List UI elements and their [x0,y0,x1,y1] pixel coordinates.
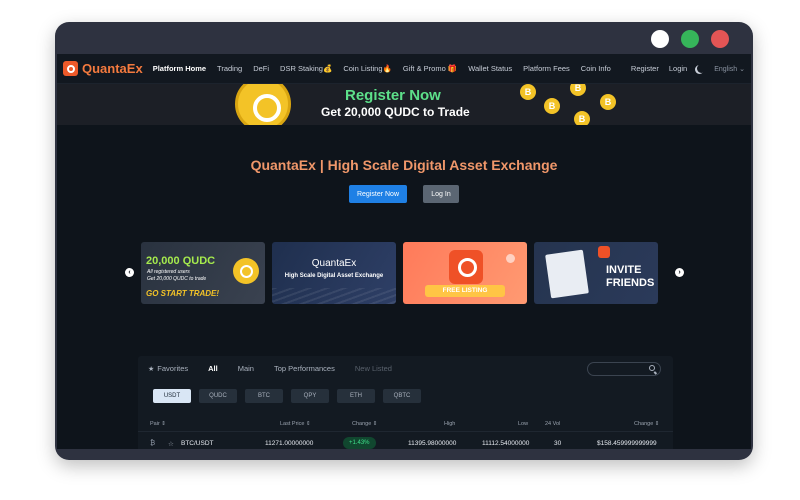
star-icon: ★ [148,365,155,373]
banner-subtitle: Get 20,000 QUDC to Trade [321,105,470,119]
bitcoin-coin-icon: B [574,111,590,125]
last-price: 11271.00000000 [265,440,314,447]
banner-title: Register Now [345,87,441,104]
search-icon [649,365,655,371]
chip-usdt[interactable]: USDT [153,389,191,403]
nav-platform-fees[interactable]: Platform Fees [523,64,570,73]
header-low: Low [518,421,529,427]
carousel-next-icon[interactable]: › [675,268,684,277]
quantaex-q-icon [449,250,483,284]
chip-qbtc[interactable]: QBTC [383,389,421,403]
bitcoin-coin-icon: B [544,98,560,114]
nav-coin-info[interactable]: Coin Info [581,64,611,73]
heart-icon [506,254,515,263]
window-dot-white[interactable] [651,30,669,48]
slide-title: 20,000 QUDC [146,255,216,267]
slide-ribbon: FREE LISTING [425,285,505,297]
tab-new-listed[interactable]: New Listed [355,364,392,373]
header-change[interactable]: Change ⇕ [352,421,377,427]
browser-frame: QuantaEx Platform Home Trading DeFi DSR … [55,22,753,460]
login-link[interactable]: Login [669,64,687,73]
slide-text-line2: Get 20,000 QUDC to trade [147,276,207,282]
header-change-usd[interactable]: Change ⇕ [634,421,659,427]
chip-eth[interactable]: ETH [337,389,375,403]
low-price: 11112.54000000 [482,440,530,447]
change-usd: $158.459999999999 [597,440,657,447]
nav-gift-promo[interactable]: Gift & Promo 🎁 [403,64,457,73]
market-panel: ★ Favorites All Main Top Performances Ne… [138,356,673,449]
slide-title: INVITE FRIENDS [606,264,654,290]
language-label: English [714,65,738,73]
close-button[interactable] [711,30,729,48]
nav-defi[interactable]: DeFi [253,64,269,73]
hero-buttons: Register Now Log In [57,185,751,203]
header-pair[interactable]: Pair ⇕ [150,421,166,427]
bitcoin-coin-icon: B [600,94,616,110]
logo[interactable]: QuantaEx [63,61,143,76]
tab-top-performances[interactable]: Top Performances [274,364,335,373]
language-selector[interactable]: English ⌄ [714,65,745,73]
dark-mode-icon[interactable] [697,64,706,73]
search-input[interactable] [587,362,661,376]
carousel-slide-free-listing[interactable]: FREE LISTING [403,242,527,304]
logo-icon [63,61,78,76]
register-now-button[interactable]: Register Now [349,185,407,203]
table-header: Pair ⇕ Last Price ⇕ Change ⇕ High Low 24… [138,416,673,432]
bitcoin-coin-icon: B [570,84,586,96]
qudc-coin-icon [235,84,291,125]
chip-qudc[interactable]: QUDC [199,389,237,403]
quote-currency-chips: USDT QUDC BTC QPY ETH QBTC [153,389,421,403]
slide-title-line1: INVITE [606,264,642,276]
qudc-coin-icon [233,258,259,284]
maximize-button[interactable] [681,30,699,48]
slide-cta: GO START TRADE! [146,289,220,298]
chip-btc[interactable]: BTC [245,389,283,403]
table-row[interactable]: ₿ ☆ BTC/USDT 11271.00000000 +1.43% 11395… [138,434,673,449]
nav-coin-listing[interactable]: Coin Listing🔥 [343,64,392,73]
bitcoin-icon: ₿ [150,440,156,447]
slide-text-line1: All registered users [147,269,190,275]
nav-dsr-staking[interactable]: DSR Staking💰 [280,64,332,73]
slide-text: All registered users Get 20,000 QUDC to t… [147,269,206,283]
register-link[interactable]: Register [631,64,659,73]
pair-name: BTC/USDT [181,440,214,447]
carousel-slide-qudc[interactable]: 20,000 QUDC All registered users Get 20,0… [141,242,265,304]
slide-title: QuantaEx [311,258,357,269]
tab-all[interactable]: All [208,364,218,373]
top-navigation: QuantaEx Platform Home Trading DeFi DSR … [57,54,751,84]
carousel-prev-icon[interactable]: ‹ [125,268,134,277]
market-tabs: ★ Favorites All Main Top Performances Ne… [148,364,412,373]
nav-right: Register Login English ⌄ [631,64,745,73]
carousel-slide-invite-friends[interactable]: INVITE FRIENDS [534,242,658,304]
window-controls [651,30,729,48]
header-last-price[interactable]: Last Price ⇕ [280,421,311,427]
quantaex-q-icon [598,246,610,258]
chip-qpy[interactable]: QPY [291,389,329,403]
favorite-star-icon[interactable]: ☆ [168,440,174,448]
change-badge: +1.43% [343,437,376,449]
log-in-button[interactable]: Log In [423,185,459,203]
bitcoin-coin-icon: B [520,84,536,100]
header-high: High [444,421,456,427]
nav-trading[interactable]: Trading [217,64,242,73]
carousel-slide-quantaex[interactable]: QuantaEx High Scale Digital Asset Exchan… [272,242,396,304]
header-24-vol: 24 Vol [545,421,561,427]
tab-main[interactable]: Main [238,364,254,373]
promo-banner[interactable]: Register Now Get 20,000 QUDC to Trade B … [57,84,751,125]
wave-decoration [272,288,396,304]
web-page: QuantaEx Platform Home Trading DeFi DSR … [57,54,751,449]
promo-carousel: ‹ 20,000 QUDC All registered users Get 20… [125,242,685,304]
slide-title-line2: FRIENDS [606,277,655,289]
hero-title: QuantaEx | High Scale Digital Asset Exch… [250,157,558,173]
board-illustration-icon [545,249,589,299]
logo-text: QuantaEx [82,61,143,76]
tab-favorites[interactable]: Favorites [157,364,188,373]
high-price: 11395.98000000 [408,440,457,447]
nav-wallet-status[interactable]: Wallet Status [468,64,512,73]
volume: 30 [554,440,562,447]
slide-subtitle: High Scale Digital Asset Exchange [284,273,384,279]
nav-platform-home[interactable]: Platform Home [153,64,206,73]
chevron-down-icon: ⌄ [737,65,745,73]
